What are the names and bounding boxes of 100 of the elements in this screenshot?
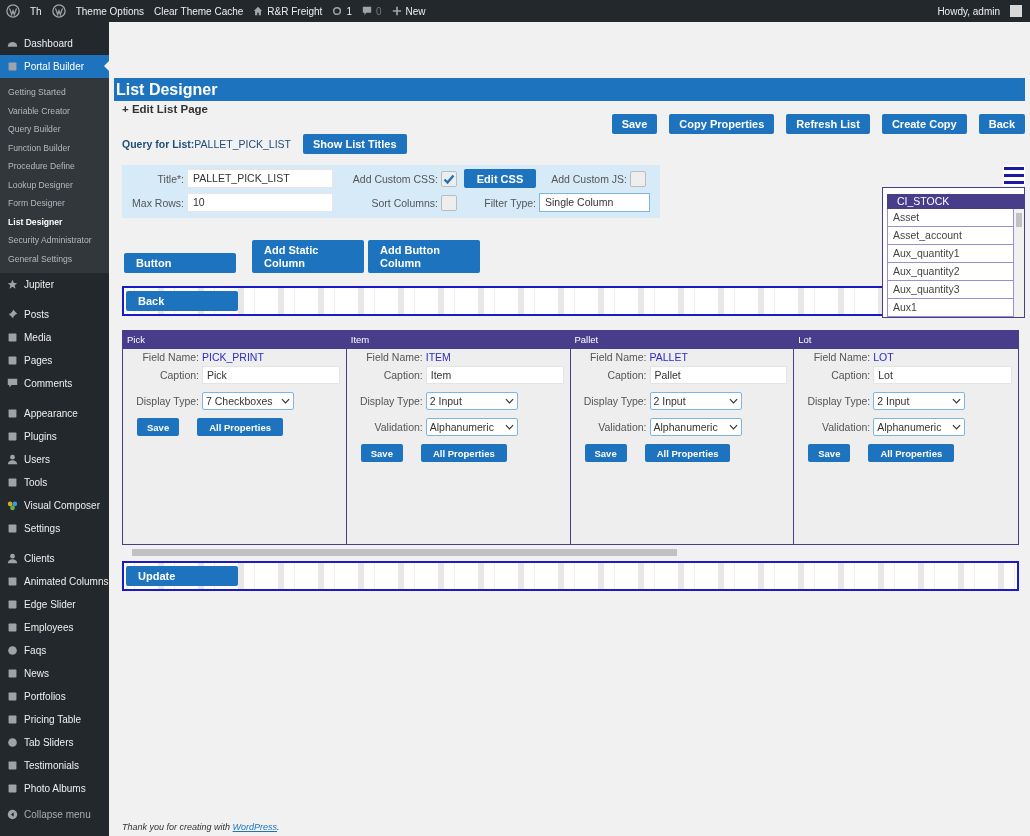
submenu-item[interactable]: Variable Creator bbox=[0, 101, 109, 120]
submenu-item[interactable]: Function Builder bbox=[0, 138, 109, 157]
wordpress-logo-icon[interactable] bbox=[51, 4, 66, 18]
sidebar-item[interactable]: Visual Composer bbox=[0, 494, 109, 517]
admin-bar-link[interactable]: New bbox=[391, 5, 426, 17]
dropdown[interactable]: Alphanumeric bbox=[873, 418, 966, 436]
account-link[interactable]: Howdy, admin bbox=[937, 5, 1000, 17]
submenu-item[interactable]: General Settings bbox=[0, 249, 109, 268]
sidebar-item[interactable]: Pricing Table bbox=[0, 708, 109, 731]
field-name-value: PICK_PRINT bbox=[202, 351, 265, 363]
checkbox[interactable] bbox=[441, 170, 457, 187]
action-button[interactable]: Save bbox=[611, 114, 658, 134]
admin-bar-link[interactable]: 1 bbox=[332, 5, 352, 17]
sidebar-item[interactable]: Clients bbox=[0, 547, 109, 570]
sidebar-item[interactable]: Media bbox=[0, 326, 109, 349]
back-button[interactable]: Back bbox=[126, 291, 238, 311]
update-button[interactable]: Update bbox=[126, 566, 238, 586]
field-name-value: ITEM bbox=[425, 351, 452, 363]
field-list-title: CI_STOCK bbox=[887, 194, 1024, 209]
field-label: Filter Type: bbox=[483, 196, 536, 209]
column-button[interactable]: Save bbox=[137, 418, 180, 436]
sidebar-item[interactable]: Appearance bbox=[0, 402, 109, 425]
sidebar-item[interactable]: Comments bbox=[0, 372, 109, 395]
dropdown[interactable]: Alphanumeric bbox=[649, 418, 742, 436]
column-header: Pallet bbox=[570, 331, 794, 349]
submenu-item[interactable]: List Designer bbox=[0, 212, 109, 231]
sidebar-item[interactable]: Portfolios bbox=[0, 685, 109, 708]
title-field[interactable]: PALLET_PICK_LIST bbox=[187, 169, 333, 188]
column-button[interactable]: Save bbox=[360, 444, 403, 462]
sidebar-item[interactable]: Photo Albums bbox=[0, 777, 109, 800]
dropdown[interactable]: 2 Input bbox=[425, 392, 518, 410]
sidebar-item[interactable]: Employees bbox=[0, 616, 109, 639]
avatar-icon[interactable] bbox=[1010, 5, 1022, 17]
sidebar-item[interactable]: Plugins bbox=[0, 425, 109, 448]
collapse-menu-button[interactable]: Collapse menu bbox=[0, 803, 109, 826]
speech-bubble-icon bbox=[361, 6, 372, 16]
column-button[interactable]: Save bbox=[584, 444, 627, 462]
show-list-titles-button[interactable]: Show List Titles bbox=[303, 134, 407, 154]
checkbox[interactable] bbox=[441, 194, 457, 211]
sidebar-item[interactable]: Posts bbox=[0, 303, 109, 326]
caption-field[interactable]: Lot bbox=[873, 366, 1012, 384]
admin-bar-link[interactable]: R&R Freight bbox=[253, 5, 323, 17]
field-label: Field Name: bbox=[812, 351, 871, 363]
add-button[interactable]: Add Static Column bbox=[252, 240, 364, 273]
add-button[interactable]: Add Button Column bbox=[368, 240, 480, 273]
house-icon bbox=[253, 6, 264, 16]
submenu-item[interactable]: Security Administrator bbox=[0, 231, 109, 250]
sidebar-item[interactable]: Pages bbox=[0, 349, 109, 372]
sidebar-item[interactable]: Jupiter bbox=[0, 273, 109, 296]
sidebar-item[interactable]: Dashboard bbox=[0, 32, 109, 55]
admin-bar-link[interactable]: Theme Options bbox=[75, 5, 145, 17]
column-button[interactable]: Save bbox=[808, 444, 851, 462]
sidebar-item[interactable]: Portal Builder bbox=[0, 55, 109, 78]
caption-field[interactable]: Item bbox=[425, 366, 564, 384]
caption-field[interactable]: Pick bbox=[202, 366, 340, 384]
sidebar-item[interactable]: Animated Columns bbox=[0, 570, 109, 593]
column-button[interactable]: All Properties bbox=[868, 444, 955, 462]
action-button[interactable]: Refresh List bbox=[786, 114, 870, 134]
submenu-item[interactable]: Lookup Designer bbox=[0, 175, 109, 194]
menu-icon[interactable] bbox=[1003, 165, 1025, 186]
dropdown[interactable]: Alphanumeric bbox=[425, 418, 518, 436]
dropdown[interactable]: 2 Input bbox=[873, 392, 966, 410]
sidebar-item[interactable]: Tools bbox=[0, 471, 109, 494]
action-button[interactable]: Copy Properties bbox=[669, 114, 775, 134]
submenu-item[interactable]: Query Builder bbox=[0, 120, 109, 139]
swirl-icon bbox=[7, 500, 18, 511]
dropdown[interactable]: 2 Input bbox=[649, 392, 742, 410]
wordpress-logo-icon[interactable] bbox=[6, 4, 20, 18]
field-label: Caption: bbox=[830, 369, 871, 381]
admin-bar-link[interactable]: Clear Theme Cache bbox=[154, 5, 244, 17]
column-button[interactable]: All Properties bbox=[420, 444, 507, 462]
submenu-item[interactable]: Procedure Define bbox=[0, 157, 109, 176]
column-button[interactable]: All Properties bbox=[197, 418, 283, 436]
caption-field[interactable]: Pallet bbox=[649, 366, 788, 384]
sidebar-item[interactable]: Users bbox=[0, 448, 109, 471]
field-label: Add Custom JS: bbox=[550, 172, 627, 185]
max-rows-field[interactable]: 10 bbox=[187, 193, 333, 212]
edit-css-button[interactable]: Edit CSS bbox=[464, 169, 536, 188]
field-label: Max Rows: bbox=[131, 196, 184, 209]
sidebar-item[interactable]: Testimonials bbox=[0, 754, 109, 777]
action-button[interactable]: Back bbox=[978, 114, 1025, 134]
add-button[interactable]: Button bbox=[124, 253, 236, 273]
filter-type-field[interactable]: Single Column bbox=[539, 193, 650, 212]
sidebar-item[interactable]: Tab Sliders bbox=[0, 731, 109, 754]
submenu-item[interactable]: Form Designer bbox=[0, 194, 109, 213]
sidebar-item[interactable]: Settings bbox=[0, 517, 109, 540]
page-subtitle: + Edit List Page bbox=[122, 103, 209, 115]
admin-bar-link[interactable]: Th bbox=[30, 5, 42, 17]
sidebar-item[interactable]: Edge Slider bbox=[0, 593, 109, 616]
column-button[interactable]: All Properties bbox=[644, 444, 731, 462]
plus-icon bbox=[391, 6, 402, 16]
action-button[interactable]: Create Copy bbox=[881, 114, 967, 134]
field-label: Field Name: bbox=[588, 351, 647, 363]
sidebar-item[interactable]: Faqs bbox=[0, 639, 109, 662]
submenu-item[interactable]: Getting Started bbox=[0, 83, 109, 102]
vertical-scrollbar[interactable] bbox=[1014, 209, 1024, 317]
dropdown[interactable]: 7 Checkboxes bbox=[202, 392, 294, 410]
sidebar-item[interactable]: News bbox=[0, 662, 109, 685]
checkbox[interactable] bbox=[630, 170, 646, 187]
column-header: Lot bbox=[794, 331, 1018, 349]
